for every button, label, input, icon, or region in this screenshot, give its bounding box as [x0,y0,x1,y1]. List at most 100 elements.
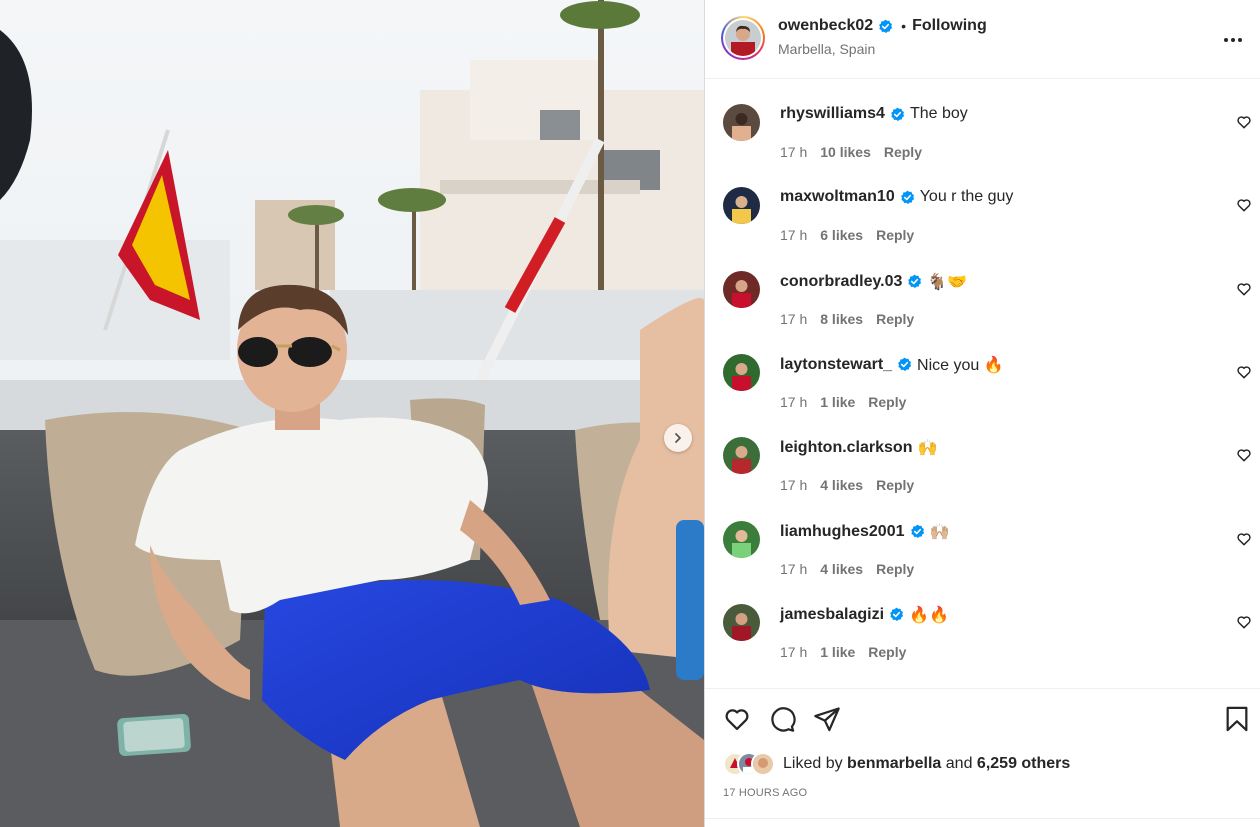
comment-like-button[interactable] [1236,531,1252,547]
comment-meta: 17 h 4 likes Reply [780,561,927,577]
post-location[interactable]: Marbella, Spain [778,41,875,57]
comment-like-button[interactable] [1236,281,1252,297]
comment-avatar[interactable] [723,603,760,641]
comment-likes[interactable]: 10 likes [820,144,871,160]
comment-meta: 17 h 1 like Reply [780,394,919,410]
comment-username[interactable]: liamhughes2001 [780,523,905,541]
post-timestamp[interactable]: 17 HOURS AGO [723,787,807,799]
chevron-right-icon [675,433,681,443]
comment-time[interactable]: 17 h [780,227,807,243]
comment-like-button[interactable] [1236,447,1252,463]
share-button[interactable] [813,705,841,733]
comment-avatar[interactable] [723,520,760,558]
post-image [0,0,704,827]
comment-time[interactable]: 17 h [780,477,807,493]
comment-like-button[interactable] [1236,114,1252,130]
comment-time[interactable]: 17 h [780,144,807,160]
post-header: owenbeck02 • Following Marbella, Spain [705,0,1260,79]
following-button[interactable]: Following [912,17,987,35]
comment-likes[interactable]: 8 likes [820,311,863,327]
verified-badge-icon [898,357,912,372]
send-icon [814,707,840,732]
comment-like-button[interactable] [1236,197,1252,213]
comment-time[interactable]: 17 h [780,394,807,410]
heart-icon [1237,449,1251,462]
heart-icon [1237,532,1251,545]
heart-icon [1237,282,1251,295]
comment-avatar-image [723,187,760,225]
more-options-button[interactable] [1221,28,1245,52]
comment-text: Nice you 🔥 [917,356,1004,374]
comment-like-button[interactable] [1236,364,1252,380]
comment-username[interactable]: jamesbalagizi [780,606,884,624]
comment-username[interactable]: rhyswilliams4 [780,105,885,123]
comment-time[interactable]: 17 h [780,311,807,327]
comment-text: 🙌 [917,440,938,458]
comment-meta: 17 h 1 like Reply [780,644,919,660]
comment-row: conorbradley.03 🐐🤝 17 h 8 likes Reply [705,247,1260,327]
likes-summary: Liked by benmarbella and 6,259 others [723,752,1070,776]
heart-icon [1237,616,1251,629]
verified-badge-icon [891,107,905,121]
comment-likes[interactable]: 1 like [820,394,855,410]
bottom-divider [705,818,1260,819]
comment-avatar[interactable] [723,270,760,308]
comment-reply-button[interactable]: Reply [876,561,914,577]
post-photo[interactable] [0,0,704,827]
comment-avatar[interactable] [723,104,760,141]
comment-time[interactable]: 17 h [780,644,807,660]
comment-line: rhyswilliams4 The boy [780,105,968,123]
comment-username[interactable]: conorbradley.03 [780,273,902,291]
bookmark-icon [1226,706,1248,732]
comment-meta: 17 h 6 likes Reply [780,227,927,243]
comment-text: 🐐🤝 [927,273,968,291]
comment-time[interactable]: 17 h [780,561,807,577]
comment-avatar[interactable] [723,437,760,475]
liker-username[interactable]: benmarbella [847,755,941,773]
heart-icon [1237,116,1251,129]
next-photo-button[interactable] [664,424,692,452]
comment-username[interactable]: laytonstewart_ [780,356,892,374]
owner-avatar-image [725,20,761,56]
comment-likes[interactable]: 4 likes [820,477,863,493]
comment-line: leighton.clarkson 🙌 [780,438,937,458]
comment-reply-button[interactable]: Reply [868,644,906,660]
more-horizontal-icon [1224,38,1242,42]
comment-button[interactable] [768,705,796,733]
comment-avatar-image [723,603,760,641]
post-side-panel: owenbeck02 • Following Marbella, Spain r… [704,0,1260,827]
likes-count-link[interactable]: 6,259 others [977,755,1070,773]
comment-likes[interactable]: 1 like [820,644,855,660]
liker-avatar[interactable] [751,752,775,776]
comment-line: conorbradley.03 🐐🤝 [780,272,967,292]
owner-avatar[interactable] [721,16,765,60]
comment-avatar[interactable] [723,187,760,225]
comment-reply-button[interactable]: Reply [884,144,922,160]
comment-meta: 17 h 8 likes Reply [780,311,927,327]
comment-reply-button[interactable]: Reply [868,394,906,410]
comment-username[interactable]: leighton.clarkson [780,439,912,457]
verified-badge-icon [910,524,924,538]
like-button[interactable] [723,705,751,733]
comment-avatar-image [723,437,760,475]
comment-reply-button[interactable]: Reply [876,477,914,493]
liked-by-connector: and [945,755,973,772]
owner-avatar-photo [725,20,761,56]
owner-avatar-inner [723,18,763,58]
comment-row: maxwoltman10 You r the guy 17 h 6 likes Repl… [705,163,1260,243]
liker-avatar-image [753,754,773,774]
comment-meta: 17 h 4 likes Reply [780,477,927,493]
heart-icon [1237,199,1251,212]
comment-username[interactable]: maxwoltman10 [780,188,895,206]
owner-username[interactable]: owenbeck02 [778,17,873,35]
comment-avatar[interactable] [723,353,760,391]
comment-line: laytonstewart_ Nice you 🔥 [780,355,1004,375]
comment-likes[interactable]: 4 likes [820,561,863,577]
comment-like-button[interactable] [1236,614,1252,630]
comment-likes[interactable]: 6 likes [820,227,863,243]
comment-text: 🙌🏼 [929,523,950,541]
comment-reply-button[interactable]: Reply [876,227,914,243]
save-button[interactable] [1223,705,1251,733]
comment-text: 🔥🔥 [909,606,949,624]
comment-reply-button[interactable]: Reply [876,311,914,327]
